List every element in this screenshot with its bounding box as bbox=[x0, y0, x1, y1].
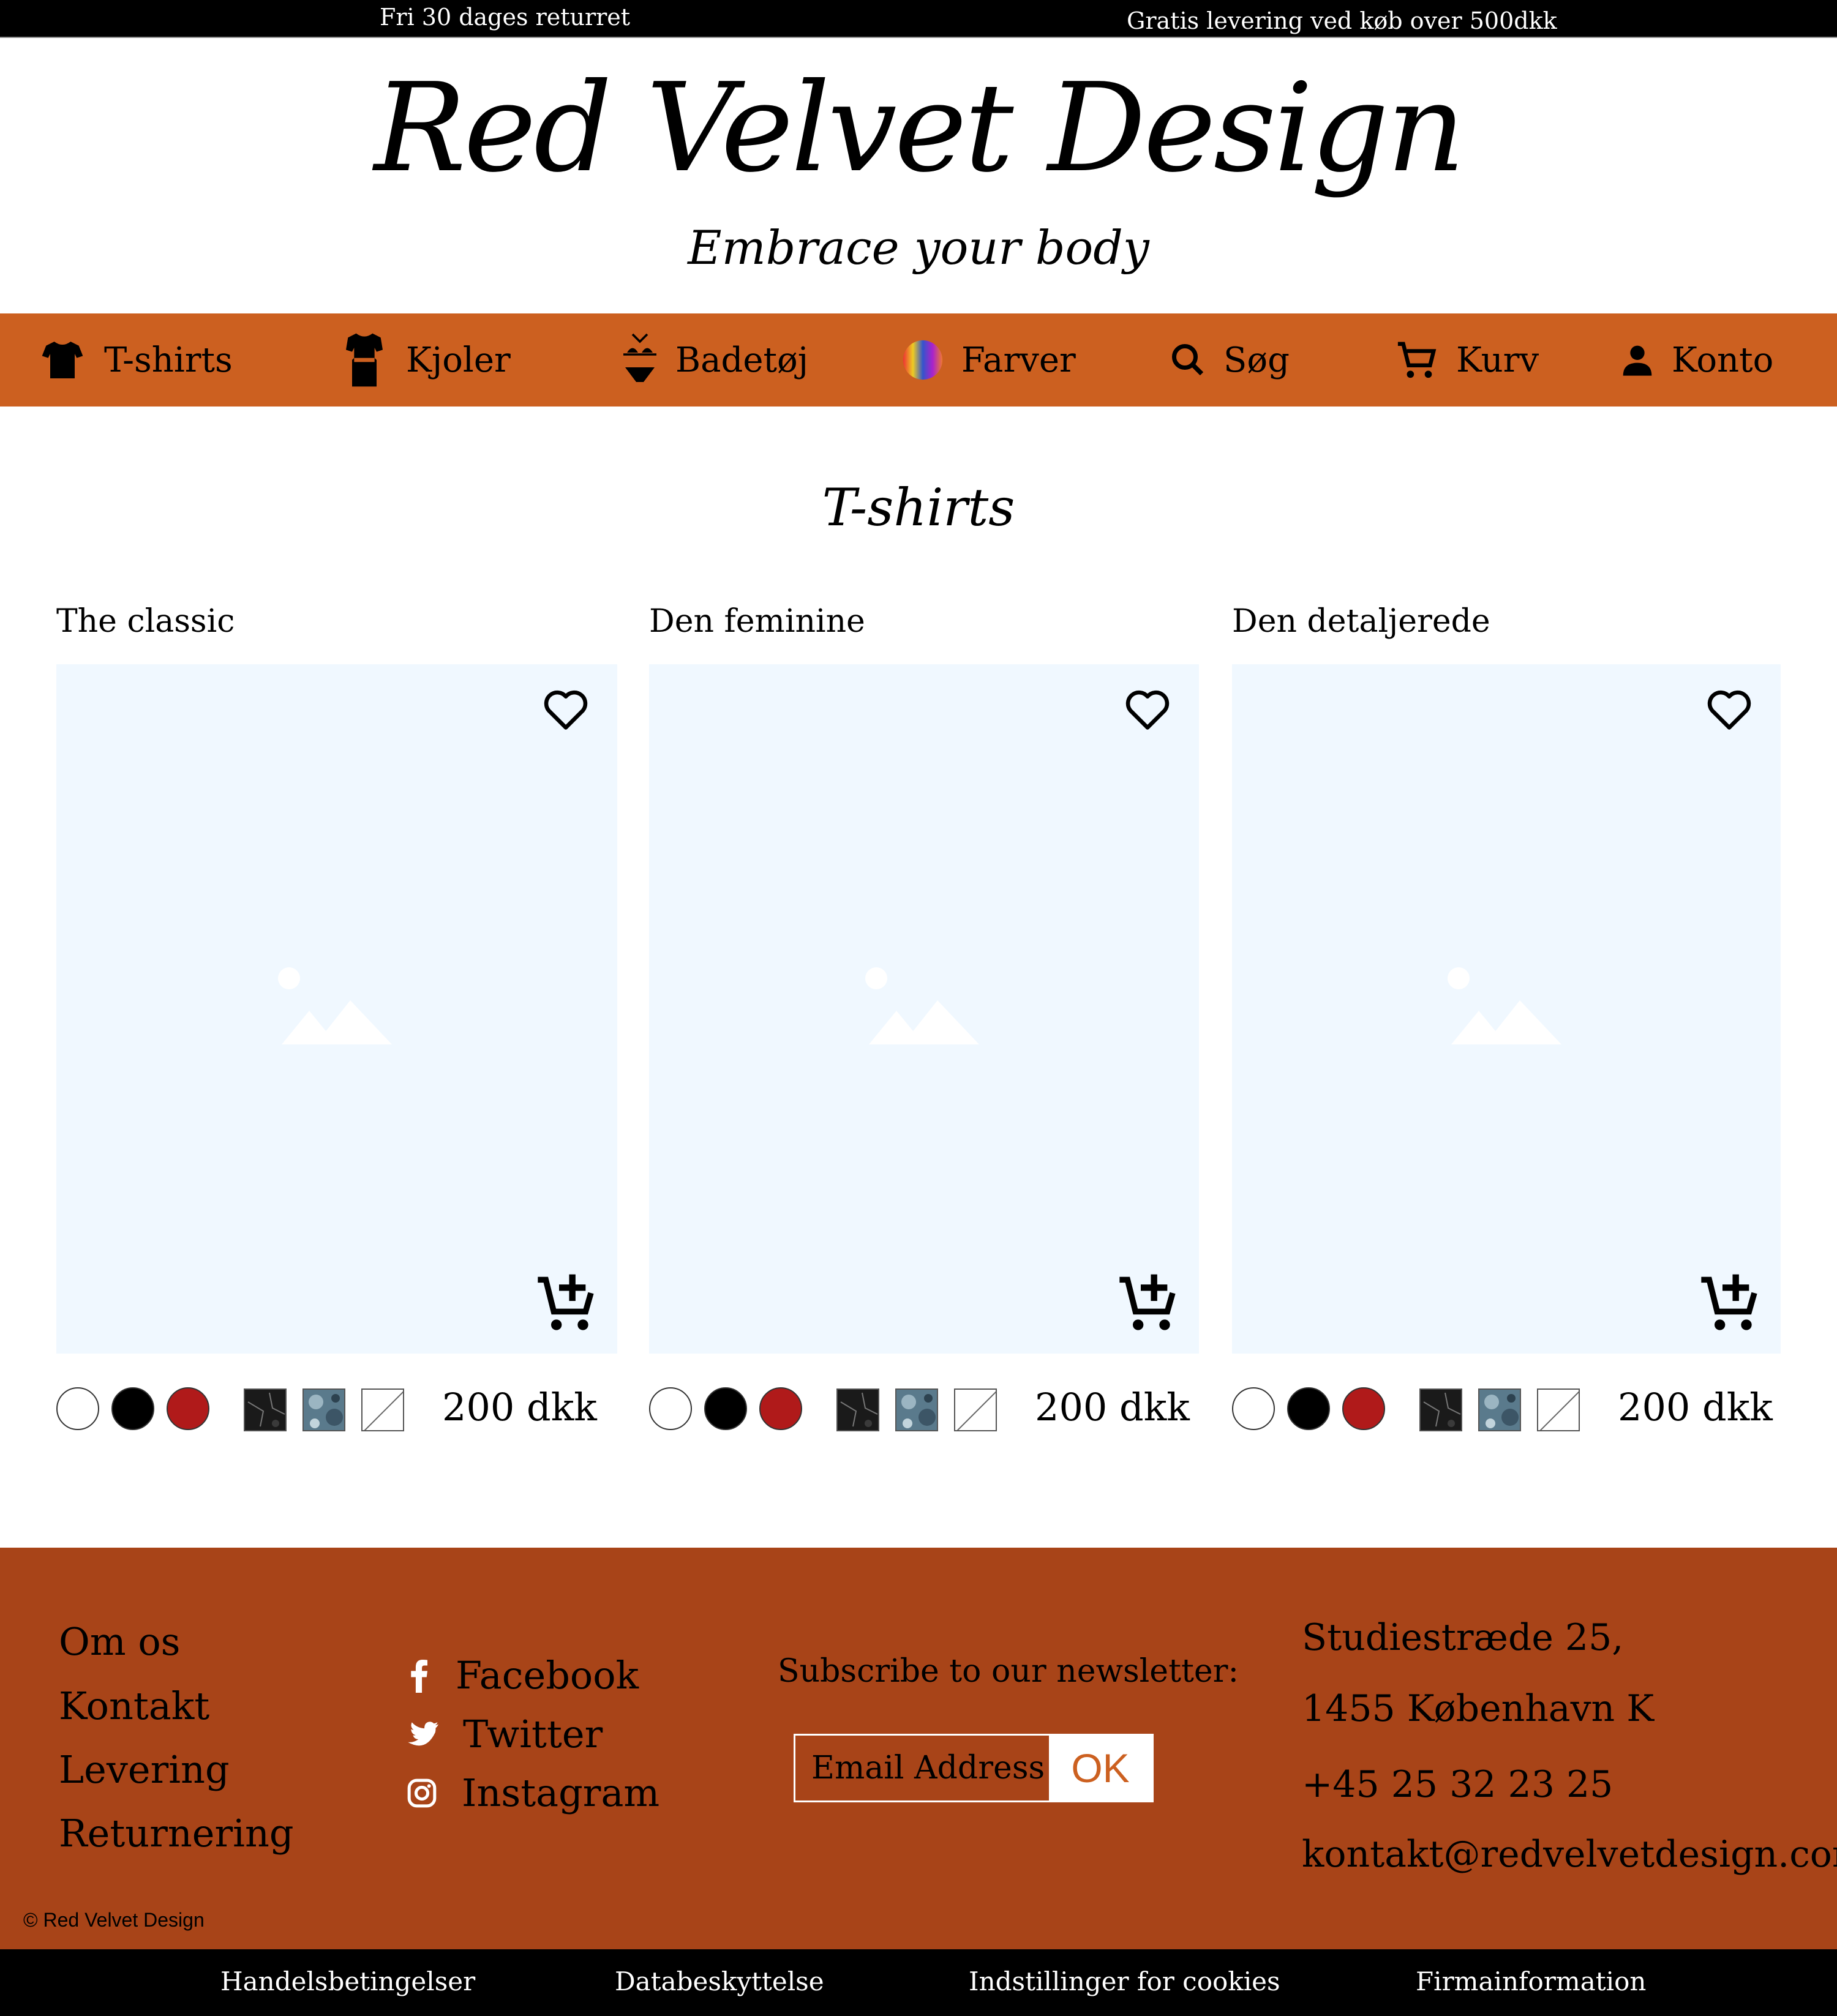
instagram-icon bbox=[407, 1778, 437, 1808]
legal-link-handelsbetingelser[interactable]: Handelsbetingelser bbox=[220, 1966, 475, 1996]
nav-item-label: Farver bbox=[961, 340, 1076, 380]
social-label: Instagram bbox=[462, 1771, 660, 1815]
nav-item-label: Konto bbox=[1672, 340, 1774, 380]
address-city: 1455 København K bbox=[1302, 1687, 1655, 1730]
swatch-white[interactable] bbox=[1232, 1387, 1275, 1430]
swatch-pattern-dark-marble[interactable] bbox=[1419, 1388, 1462, 1431]
nav-item-label: Søg bbox=[1223, 340, 1290, 380]
newsletter-submit-button[interactable]: OK bbox=[1049, 1736, 1152, 1801]
add-to-cart-icon[interactable] bbox=[1117, 1269, 1181, 1335]
nav-item-kjoler[interactable]: Kjoler bbox=[340, 313, 511, 407]
add-to-cart-icon[interactable] bbox=[535, 1269, 599, 1335]
facebook-icon bbox=[407, 1658, 431, 1693]
legal-link-cookie-settings[interactable]: Indstillinger for cookies bbox=[969, 1966, 1280, 1996]
social-link-twitter[interactable]: Twitter bbox=[407, 1712, 603, 1756]
nav-item-farver[interactable]: Farver bbox=[901, 313, 1076, 407]
product-image[interactable] bbox=[1232, 664, 1781, 1354]
legal-link-databeskyttelse[interactable]: Databeskyttelse bbox=[615, 1966, 824, 1996]
favorite-heart-icon[interactable] bbox=[1123, 688, 1172, 734]
social-link-facebook[interactable]: Facebook bbox=[407, 1653, 639, 1698]
color-wheel-icon bbox=[901, 339, 944, 381]
product-image[interactable] bbox=[649, 664, 1199, 1354]
tshirt-icon bbox=[38, 335, 87, 384]
nav-item-label: T-shirts bbox=[104, 340, 233, 380]
swatch-white[interactable] bbox=[56, 1387, 99, 1430]
newsletter-title: Subscribe to our newsletter: bbox=[778, 1653, 1239, 1690]
swatch-pattern-dark-marble[interactable] bbox=[836, 1388, 879, 1431]
image-placeholder-icon bbox=[1445, 965, 1568, 1053]
image-placeholder-icon bbox=[863, 965, 985, 1053]
person-icon bbox=[1620, 342, 1655, 378]
page-title: T-shirts bbox=[822, 478, 1015, 538]
legal-links-bar: Handelsbetingelser Databeskyttelse Indst… bbox=[0, 1949, 1837, 2016]
swatch-pattern-blue-floral[interactable] bbox=[302, 1388, 345, 1431]
swatch-black[interactable] bbox=[111, 1387, 154, 1430]
variant-swatches: 200 dkk bbox=[1232, 1385, 1781, 1434]
copyright-text: © Red Velvet Design bbox=[23, 1909, 205, 1931]
nav-item-tshirts[interactable]: T-shirts bbox=[38, 313, 233, 407]
legal-link-firmainformation[interactable]: Firmainformation bbox=[1416, 1966, 1646, 1996]
product-price: 200 dkk bbox=[442, 1385, 597, 1430]
swatch-red[interactable] bbox=[1342, 1387, 1385, 1430]
swatch-pattern-none[interactable] bbox=[1537, 1388, 1580, 1431]
main-nav: T-shirts Kjoler Badetøj Farver Søg Kurv … bbox=[0, 313, 1837, 407]
swatch-red[interactable] bbox=[167, 1387, 209, 1430]
twitter-icon bbox=[407, 1721, 438, 1748]
nav-item-konto[interactable]: Konto bbox=[1620, 313, 1773, 407]
contact-phone[interactable]: +45 25 32 23 25 bbox=[1302, 1763, 1613, 1806]
social-label: Twitter bbox=[463, 1712, 603, 1756]
top-announcement-bar: Fri 30 dages returret Gratis levering ve… bbox=[0, 0, 1837, 38]
footer-link-levering[interactable]: Levering bbox=[59, 1747, 230, 1792]
newsletter-form: OK bbox=[794, 1734, 1154, 1802]
bikini-icon bbox=[622, 329, 658, 391]
footer-link-returnering[interactable]: Returnering bbox=[59, 1811, 294, 1856]
product-name[interactable]: Den detaljerede bbox=[1232, 603, 1490, 640]
swatch-white[interactable] bbox=[649, 1387, 692, 1430]
contact-email[interactable]: kontakt@redvelvetdesign.com bbox=[1302, 1833, 1837, 1876]
address-street: Studiestræde 25, bbox=[1302, 1616, 1624, 1659]
nav-item-label: Kjoler bbox=[406, 340, 511, 380]
footer-link-kontakt[interactable]: Kontakt bbox=[59, 1684, 209, 1728]
search-icon bbox=[1170, 342, 1206, 378]
product-image[interactable] bbox=[56, 664, 617, 1354]
swatch-black[interactable] bbox=[1287, 1387, 1330, 1430]
swatch-pattern-none[interactable] bbox=[361, 1388, 404, 1431]
cart-icon bbox=[1396, 339, 1439, 381]
dress-icon bbox=[340, 329, 389, 391]
newsletter-email-input[interactable] bbox=[795, 1736, 1049, 1801]
swatch-pattern-blue-floral[interactable] bbox=[1478, 1388, 1521, 1431]
favorite-heart-icon[interactable] bbox=[541, 688, 590, 734]
favorite-heart-icon[interactable] bbox=[1705, 688, 1754, 734]
product-name[interactable]: Den feminine bbox=[649, 603, 865, 640]
swatch-black[interactable] bbox=[704, 1387, 747, 1430]
product-name[interactable]: The classic bbox=[56, 603, 235, 640]
swatch-pattern-dark-marble[interactable] bbox=[244, 1388, 287, 1431]
nav-item-kurv[interactable]: Kurv bbox=[1396, 313, 1539, 407]
image-placeholder-icon bbox=[276, 965, 398, 1053]
swatch-red[interactable] bbox=[759, 1387, 802, 1430]
social-label: Facebook bbox=[456, 1653, 639, 1698]
swatch-pattern-blue-floral[interactable] bbox=[895, 1388, 938, 1431]
variant-swatches: 200 dkk bbox=[56, 1385, 617, 1434]
product-price: 200 dkk bbox=[1035, 1385, 1190, 1430]
nav-item-badetoej[interactable]: Badetøj bbox=[622, 313, 808, 407]
brand-logo[interactable]: Red Velvet Design bbox=[0, 58, 1837, 199]
footer-link-om-os[interactable]: Om os bbox=[59, 1619, 180, 1664]
free-delivery-notice: Gratis levering ved køb over 500dkk bbox=[1127, 7, 1557, 34]
variant-swatches: 200 dkk bbox=[649, 1385, 1199, 1434]
returns-notice: Fri 30 dages returret bbox=[380, 4, 631, 31]
swatch-pattern-none[interactable] bbox=[954, 1388, 997, 1431]
product-price: 200 dkk bbox=[1618, 1385, 1773, 1430]
nav-item-label: Badetøj bbox=[675, 340, 809, 380]
social-link-instagram[interactable]: Instagram bbox=[407, 1771, 659, 1815]
nav-item-label: Kurv bbox=[1456, 340, 1539, 380]
add-to-cart-icon[interactable] bbox=[1699, 1269, 1762, 1335]
nav-item-soeg[interactable]: Søg bbox=[1170, 313, 1290, 407]
brand-tagline: Embrace your body bbox=[688, 220, 1149, 275]
